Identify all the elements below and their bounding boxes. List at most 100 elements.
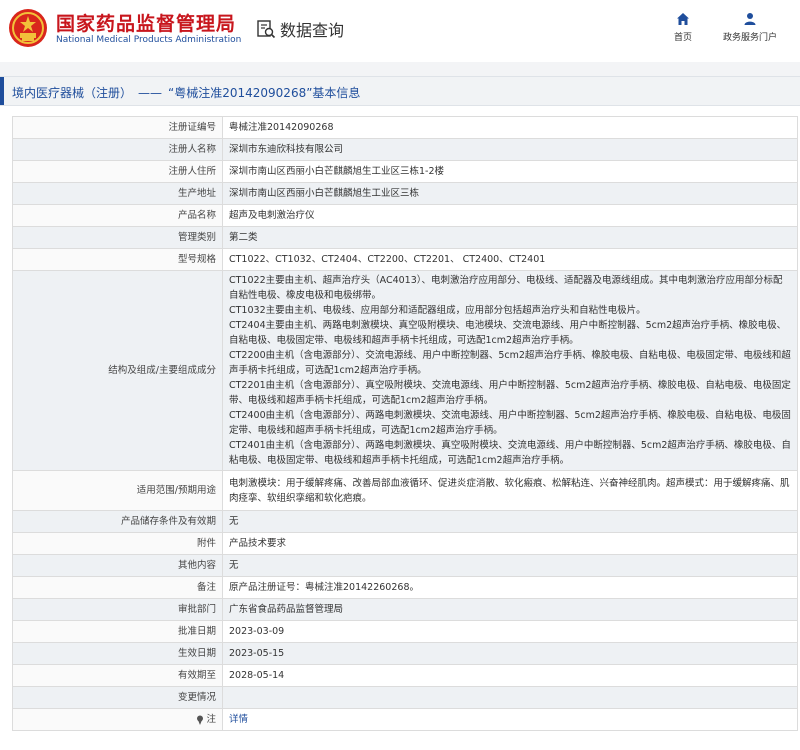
row-value-text: 超声及电刺激治疗仪 [229,210,315,221]
pin-icon [197,715,204,725]
nav-portal-label: 政务服务门户 [722,33,777,43]
row-value-text: 2023-05-15 [229,648,285,659]
row-label-text: 备注 [196,582,216,593]
row-value-text: 原产品注册证号：粤械注准20142260268。 [229,582,419,593]
row-value-text: 产品技术要求 [229,538,287,549]
table-row: 备注 原产品注册证号：粤械注准20142260268。 [12,576,798,599]
row-value-text: CT2401由主机（含电源部分）、两路电刺激模块、真空吸附模块、交流电源线、用户… [229,440,791,466]
row-label: 有效期至 [12,664,223,687]
row-label-text: 其他内容 [177,560,216,571]
row-label-text: 型号规格 [177,254,216,265]
table-row: 有效期至 2028-05-14 [12,664,798,687]
row-value-text: CT1022主要由主机、超声治疗头（AC4013）、电刺激治疗应用部分、电极线、… [229,275,783,301]
site-header: 国家药品监督管理局 National Medical Products Admi… [0,0,800,76]
row-label: 产品储存条件及有效期 [12,510,223,533]
table-row: 型号规格 CT1022、CT1032、CT2404、CT2200、CT2201、 … [12,248,798,271]
row-value: 深圳市南山区西丽小白芒麒麟旭生工业区三栋 [222,182,798,205]
row-label-text: 管理类别 [177,232,216,243]
row-value-text: 深圳市南山区西丽小白芒麒麟旭生工业区三栋 [229,188,420,199]
row-value: 产品技术要求 [222,532,798,555]
row-value-text: 第二类 [229,232,258,243]
row-label-text: 结构及组成/主要组成成分 [108,365,216,376]
row-label-text: 批准日期 [177,626,216,637]
table-row: 管理类别 第二类 [12,226,798,249]
row-value-text: CT1032主要由主机、电极线、应用部分和适配器组成，应用部分包括超声治疗头和自… [229,305,646,316]
table-row: 生效日期 2023-05-15 [12,642,798,665]
row-value-text: CT2404主要由主机、两路电刺激模块、真空吸附模块、电池模块、交流电源线、用户… [229,320,787,346]
breadcrumb-separator: —— [138,86,163,100]
breadcrumb-section-link[interactable]: 境内医疗器械（注册） [12,86,132,100]
nav-government-portal[interactable]: 政务服务门户 [714,12,786,43]
row-label: 备注 [12,576,223,599]
table-row: 产品储存条件及有效期 无 [12,510,798,533]
row-label: 附件 [12,532,223,555]
table-row: 适用范围/预期用途 电刺激模块：用于缓解疼痛、改善局部血液循环、促进炎症消散、软化… [12,470,798,511]
table-row: 注 详情 [12,708,798,731]
table-row: 审批部门 广东省食品药品监督管理局 [12,598,798,621]
row-value: 2023-03-09 [222,620,798,643]
row-label-text: 注册人名称 [168,144,216,155]
detail-table-container: 注册证编号 粤械注准20142090268 注册人名称 深圳市东迪欣科技有限公司 注册人… [12,116,798,731]
row-value[interactable]: 详情 [222,708,798,731]
row-value-text: 深圳市南山区西丽小白芒麒麟旭生工业区三栋1-2楼 [229,166,445,177]
row-value-text: CT2400由主机（含电源部分）、两路电刺激模块、交流电源线、用户中断控制器、5… [229,410,791,436]
table-row: 结构及组成/主要组成成分 CT1022主要由主机、超声治疗头（AC4013）、电刺… [12,270,798,471]
national-emblem-icon[interactable] [8,8,48,48]
user-icon [744,13,756,25]
table-row: 其他内容 无 [12,554,798,577]
table-row: 注册证编号 粤械注准20142090268 [12,116,798,139]
row-label-text: 注 [206,714,216,725]
row-label: 适用范围/预期用途 [12,470,223,511]
row-value-text: CT1022、CT1032、CT2404、CT2200、CT2201、 CT24… [229,254,546,265]
row-label-text: 生产地址 [177,188,216,199]
row-label: 生效日期 [12,642,223,665]
row-label-text: 适用范围/预期用途 [136,485,216,496]
row-value: 无 [222,554,798,577]
registration-detail-table: 注册证编号 粤械注准20142090268 注册人名称 深圳市东迪欣科技有限公司 注册人… [12,116,798,731]
table-row: 批准日期 2023-03-09 [12,620,798,643]
row-value: 电刺激模块：用于缓解疼痛、改善局部血液循环、促进炎症消散、软化瘢痕、松解粘连、兴… [222,470,798,511]
row-value-text: CT2201由主机（含电源部分）、真空吸附模块、交流电源线、用户中断控制器、5c… [229,380,791,406]
site-subtitle: National Medical Products Administration [56,35,242,45]
table-row: 产品名称 超声及电刺激治疗仪 [12,204,798,227]
table-row: 生产地址 深圳市南山区西丽小白芒麒麟旭生工业区三栋 [12,182,798,205]
row-value: 2028-05-14 [222,664,798,687]
row-label: 生产地址 [12,182,223,205]
home-icon [677,13,689,25]
row-value: CT1022、CT1032、CT2404、CT2200、CT2201、 CT24… [222,248,798,271]
table-row: 注册人名称 深圳市东迪欣科技有限公司 [12,138,798,161]
table-row: 变更情况 [12,686,798,709]
row-value-text: 电刺激模块：用于缓解疼痛、改善局部血液循环、促进炎症消散、软化瘢痕、松解粘连、兴… [229,477,790,504]
row-label-text: 有效期至 [177,670,216,681]
row-label: 产品名称 [12,204,223,227]
row-value: 原产品注册证号：粤械注准20142260268。 [222,576,798,599]
row-value: 无 [222,510,798,533]
row-value-text: 粤械注准20142090268 [229,122,334,133]
row-label: 变更情况 [12,686,223,709]
row-value-text: 无 [229,560,239,571]
row-label-text: 产品名称 [177,210,216,221]
row-value-text: 2028-05-14 [229,670,285,681]
breadcrumb: 境内医疗器械（注册） —— “粤械注准20142090268”基本信息 [0,76,800,106]
detail-link[interactable]: 详情 [229,714,248,725]
row-label-text: 注册证编号 [168,122,216,133]
row-label: 注册人名称 [12,138,223,161]
table-row: 注册人住所 深圳市南山区西丽小白芒麒麟旭生工业区三栋1-2楼 [12,160,798,183]
row-value: 超声及电刺激治疗仪 [222,204,798,227]
breadcrumb-record-title: “粤械注准20142090268”基本信息 [168,86,361,100]
table-row: 附件 产品技术要求 [12,532,798,555]
row-value: 2023-05-15 [222,642,798,665]
row-label: 型号规格 [12,248,223,271]
site-title[interactable]: 国家药品监督管理局 [56,9,236,36]
row-value-text: CT2200由主机（含电源部分）、交流电源线、用户中断控制器、5cm2超声治疗手… [229,350,791,376]
search-document-icon [257,20,276,39]
row-value: CT1022主要由主机、超声治疗头（AC4013）、电刺激治疗应用部分、电极线、… [222,270,798,471]
breadcrumb-accent [0,77,4,105]
nav-home-label: 首页 [673,33,692,43]
row-label: 其他内容 [12,554,223,577]
row-label-text: 注册人住所 [168,166,216,177]
row-label-text: 产品储存条件及有效期 [120,516,216,527]
row-value: 广东省食品药品监督管理局 [222,598,798,621]
row-label: 批准日期 [12,620,223,643]
nav-home[interactable]: 首页 [666,12,700,43]
